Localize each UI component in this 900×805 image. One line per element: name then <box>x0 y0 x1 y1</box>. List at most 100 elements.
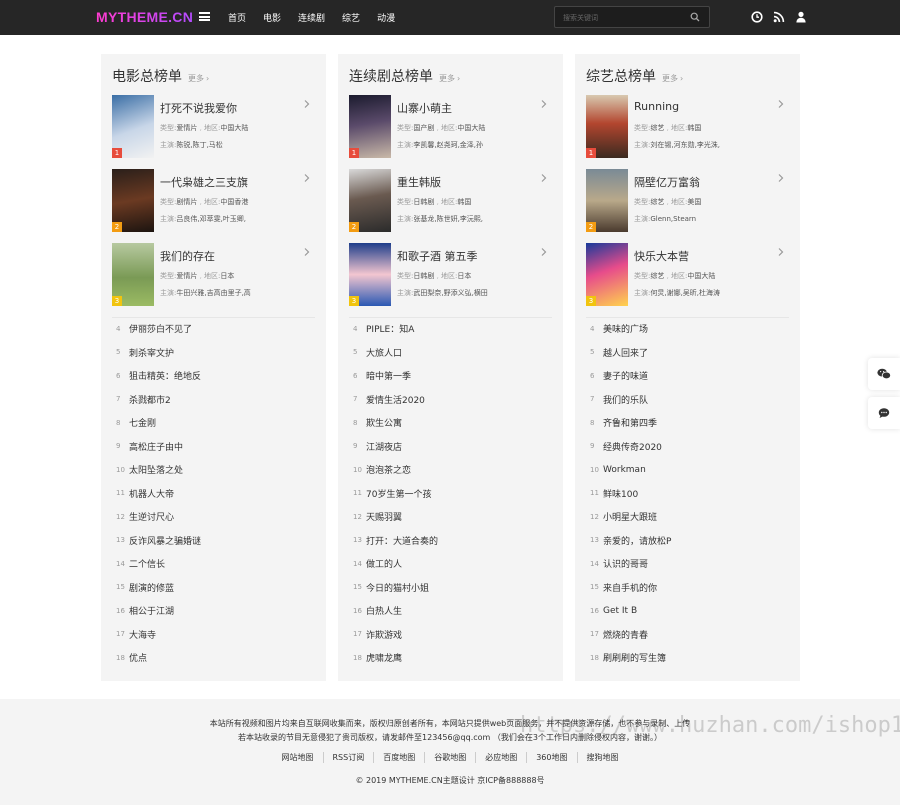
list-item[interactable]: 16 Get It B <box>586 599 789 623</box>
list-item[interactable]: 9 江湖夜店 <box>349 435 552 459</box>
nav-home[interactable]: 首页 <box>228 11 246 24</box>
list-item[interactable]: 14 做工的人 <box>349 552 552 576</box>
poster-thumbnail[interactable]: 1 <box>112 95 154 158</box>
list-item[interactable]: 10 太阳坠落之处 <box>112 458 315 482</box>
history-clock-icon[interactable] <box>751 11 763 23</box>
more-link[interactable]: 更多 › <box>439 73 460 84</box>
list-item[interactable]: 10 泡泡茶之恋 <box>349 458 552 482</box>
poster-thumbnail[interactable]: 1 <box>349 95 391 158</box>
list-item[interactable]: 11 鲜味100 <box>586 482 789 506</box>
list-item[interactable]: 5 刺杀宰文护 <box>112 341 315 365</box>
item-title[interactable]: 打死不说我爱你 <box>160 100 237 116</box>
item-title[interactable]: 隔壁亿万富翁 <box>634 174 700 190</box>
list-item[interactable]: 6 妻子的味道 <box>586 364 789 388</box>
list-item[interactable]: 7 爱情生活2020 <box>349 388 552 412</box>
list-item[interactable]: 17 诈欺游戏 <box>349 623 552 647</box>
poster-thumbnail[interactable]: 3 <box>112 243 154 306</box>
list-item[interactable]: 9 经典传奇2020 <box>586 435 789 459</box>
list-item[interactable]: 12 小明星大跟班 <box>586 505 789 529</box>
list-item[interactable]: 9 高松庄子由中 <box>112 435 315 459</box>
list-item[interactable]: 6 暗中第一季 <box>349 364 552 388</box>
item-title[interactable]: 快乐大本营 <box>634 248 689 264</box>
item-title[interactable]: 我们的存在 <box>160 248 215 264</box>
list-item[interactable]: 8 齐鲁和第四季 <box>586 411 789 435</box>
poster-thumbnail[interactable]: 3 <box>349 243 391 306</box>
list-item[interactable]: 17 大海寺 <box>112 623 315 647</box>
item-title[interactable]: 一代枭雄之三支旗 <box>160 174 248 190</box>
search-input[interactable] <box>563 11 683 24</box>
list-item[interactable]: 14 认识的哥哥 <box>586 552 789 576</box>
list-item[interactable]: 14 二个信长 <box>112 552 315 576</box>
list-item[interactable]: 4 伊丽莎白不见了 <box>112 317 315 341</box>
list-item[interactable]: 16 白热人生 <box>349 599 552 623</box>
more-link[interactable]: 更多 › <box>662 73 683 84</box>
list-item[interactable]: 4 美味的广场 <box>586 317 789 341</box>
top-ranked-item[interactable]: 2 隔壁亿万富翁 类型:综艺 , 地区:美国 主演:Glenn,Stearn <box>586 169 789 232</box>
poster-thumbnail[interactable]: 2 <box>112 169 154 232</box>
menu-icon[interactable] <box>199 12 210 21</box>
site-logo[interactable]: MYTHEME.CN <box>96 9 193 25</box>
nav-anime[interactable]: 动漫 <box>377 11 395 24</box>
item-title[interactable]: 山寨小萌主 <box>397 100 452 116</box>
top-ranked-item[interactable]: 3 我们的存在 类型:爱情片 , 地区:日本 主演:牛田兴雅,吉高由里子,高 <box>112 243 315 306</box>
list-item[interactable]: 15 今日的猫村小姐 <box>349 576 552 600</box>
top-ranked-item[interactable]: 1 山寨小萌主 类型:国产剧 , 地区:中国大陆 主演:李凯馨,赵尧珂,金泽,孙 <box>349 95 552 158</box>
footer-link-sogou[interactable]: 搜狗地图 <box>576 752 628 763</box>
item-title[interactable]: 重生韩版 <box>397 174 441 190</box>
list-item[interactable]: 13 反诈风暴之骗婚谜 <box>112 529 315 553</box>
list-item[interactable]: 17 燃烧的青春 <box>586 623 789 647</box>
list-item-title: 大海寺 <box>129 630 157 641</box>
list-item[interactable]: 4 PIPLE：知A <box>349 317 552 341</box>
list-item[interactable]: 7 杀戮都市2 <box>112 388 315 412</box>
footer-link-baidu[interactable]: 百度地图 <box>373 752 424 763</box>
footer-link-sitemap[interactable]: 网站地图 <box>273 752 323 763</box>
footer-link-bing[interactable]: 必应地图 <box>475 752 526 763</box>
list-item[interactable]: 11 机器人大帝 <box>112 482 315 506</box>
search-icon[interactable] <box>690 12 700 22</box>
top-ranked-item[interactable]: 1 Running 类型:综艺 , 地区:韩国 主演:刘在锡,河东勋,李光洙, <box>586 95 789 158</box>
wechat-float-button[interactable] <box>868 358 900 390</box>
list-item[interactable]: 15 剧演的修蓝 <box>112 576 315 600</box>
list-item[interactable]: 5 大旅人口 <box>349 341 552 365</box>
more-link[interactable]: 更多 › <box>188 73 209 84</box>
list-item[interactable]: 18 虎啸龙鹰 <box>349 646 552 670</box>
list-item[interactable]: 18 刷刷刷的写生簿 <box>586 646 789 670</box>
rank-number: 6 <box>116 371 121 380</box>
cast-value: 何炅,谢娜,吴昕,杜海涛 <box>650 289 721 297</box>
list-item[interactable]: 8 欺生公寓 <box>349 411 552 435</box>
poster-thumbnail[interactable]: 2 <box>349 169 391 232</box>
comment-float-button[interactable] <box>868 397 900 429</box>
top-ranked-item[interactable]: 2 一代枭雄之三支旗 类型:剧情片 , 地区:中国香港 主演:吕良伟,邓萃雯,叶玉卿, <box>112 169 315 232</box>
item-title[interactable]: 和歌子酒 第五季 <box>397 248 478 264</box>
list-item[interactable]: 12 天赐羽翼 <box>349 505 552 529</box>
user-icon[interactable] <box>795 11 807 23</box>
list-item[interactable]: 7 我们的乐队 <box>586 388 789 412</box>
list-item[interactable]: 10 Workman <box>586 458 789 482</box>
footer-link-rss[interactable]: RSS订阅 <box>322 752 374 763</box>
nav-variety[interactable]: 综艺 <box>342 11 360 24</box>
top-ranked-item[interactable]: 1 打死不说我爱你 类型:爱情片 , 地区:中国大陆 主演:陈锐,陈丁,马松 <box>112 95 315 158</box>
item-title[interactable]: Running <box>634 100 679 113</box>
poster-thumbnail[interactable]: 3 <box>586 243 628 306</box>
list-item[interactable]: 13 打开：大道合奏的 <box>349 529 552 553</box>
top-ranked-item[interactable]: 2 重生韩版 类型:日韩剧 , 地区:韩国 主演:张基龙,陈世妍,李沅熙, <box>349 169 552 232</box>
list-item[interactable]: 6 狙击精英：绝地反 <box>112 364 315 388</box>
footer-link-360[interactable]: 360地图 <box>526 752 576 763</box>
nav-series[interactable]: 连续剧 <box>298 11 325 24</box>
poster-thumbnail[interactable]: 2 <box>586 169 628 232</box>
poster-thumbnail[interactable]: 1 <box>586 95 628 158</box>
rss-icon[interactable] <box>773 11 785 23</box>
top-ranked-item[interactable]: 3 快乐大本营 类型:综艺 , 地区:中国大陆 主演:何炅,谢娜,吴昕,杜海涛 <box>586 243 789 306</box>
list-item[interactable]: 13 亲爱的，请放松P <box>586 529 789 553</box>
rank-number: 15 <box>353 583 362 592</box>
list-item[interactable]: 16 相公于江湖 <box>112 599 315 623</box>
list-item[interactable]: 8 七金刚 <box>112 411 315 435</box>
list-item[interactable]: 12 生逆讨尺心 <box>112 505 315 529</box>
top-ranked-item[interactable]: 3 和歌子酒 第五季 类型:日韩剧 , 地区:日本 主演:武田梨奈,野添义弘,横田 <box>349 243 552 306</box>
list-item[interactable]: 15 来自手机的你 <box>586 576 789 600</box>
nav-movie[interactable]: 电影 <box>263 11 281 24</box>
list-item[interactable]: 18 优点 <box>112 646 315 670</box>
footer-link-google[interactable]: 谷歌地图 <box>424 752 475 763</box>
list-item[interactable]: 11 70岁生第一个孩 <box>349 482 552 506</box>
list-item[interactable]: 5 越人回来了 <box>586 341 789 365</box>
